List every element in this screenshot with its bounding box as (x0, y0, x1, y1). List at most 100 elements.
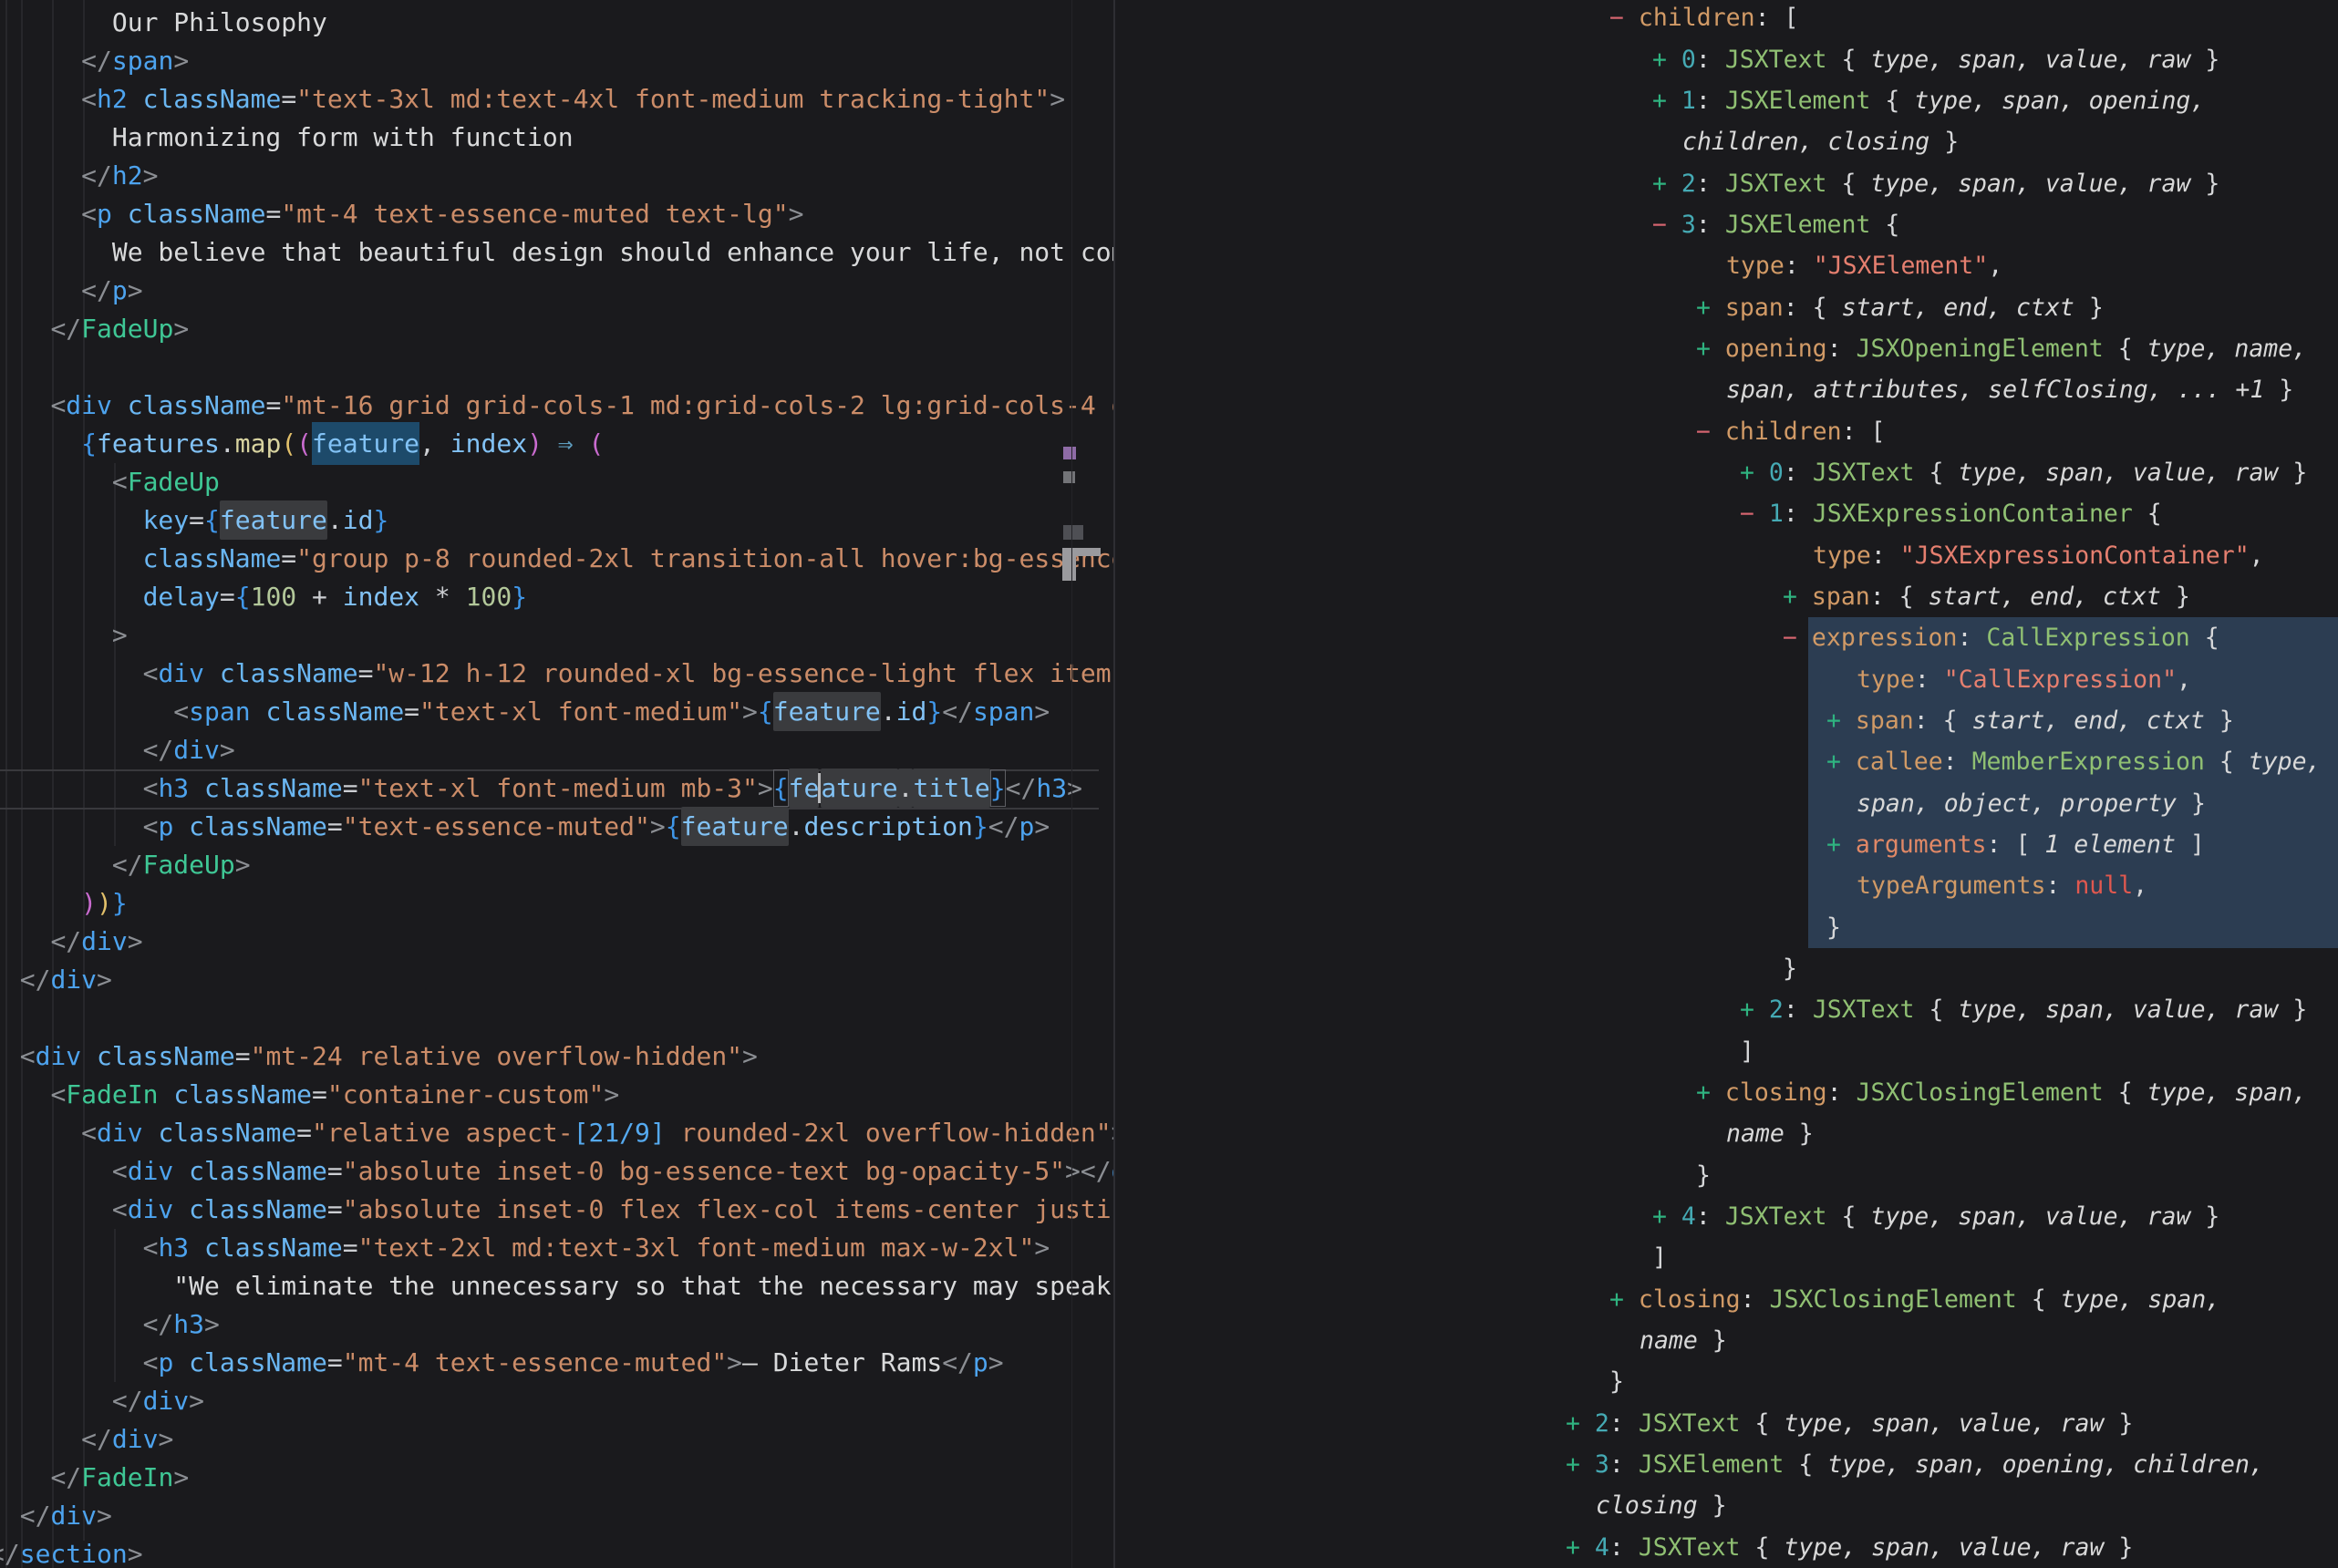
code-line[interactable]: <FadeIn className="container-custom"> (0, 1076, 1115, 1114)
code-line[interactable]: </section> (0, 1535, 1115, 1568)
ast-node-row[interactable]: + callee: MemberExpression { type, (1826, 741, 2322, 782)
code-line[interactable]: <div className="mt-24 relative overflow-… (0, 1037, 1115, 1076)
expand-node-icon[interactable]: + (1609, 1285, 1639, 1314)
ast-node-row[interactable]: children, closing } (1682, 121, 1959, 162)
expand-node-icon[interactable]: + (1826, 748, 1856, 776)
code-line[interactable]: <span className="text-xl font-medium">{f… (0, 693, 1115, 731)
ast-node-row[interactable]: + 1: JSXElement { type, span, opening, (1652, 80, 2205, 121)
expand-node-icon[interactable]: + (1566, 1533, 1595, 1562)
ast-node-row[interactable]: + 0: JSXText { type, span, value, raw } (1740, 452, 2307, 493)
ast-node-row[interactable]: name } (1726, 1113, 1814, 1154)
ast-node-row[interactable]: span, attributes, selfClosing, ... +1 } (1726, 369, 2293, 410)
expand-node-icon[interactable]: + (1740, 459, 1769, 487)
ast-node-row[interactable]: + 2: JSXText { type, span, value, raw } (1652, 163, 2219, 204)
expand-node-icon[interactable]: + (1826, 707, 1856, 735)
ast-node-row[interactable]: − children: [ (1696, 411, 1885, 452)
expand-node-icon[interactable]: + (1696, 335, 1725, 363)
code-line[interactable]: Harmonizing form with function (0, 119, 1115, 157)
code-line[interactable]: <div className="mt-16 grid grid-cols-1 m… (0, 387, 1115, 425)
ast-node-row[interactable]: + span: { start, end, ctxt } (1783, 576, 2190, 617)
ast-node-row[interactable]: ] (1740, 1031, 1754, 1072)
ast-node-row[interactable]: − 3: JSXElement { (1652, 204, 1899, 245)
code-line[interactable]: <div className="absolute inset-0 flex fl… (0, 1191, 1115, 1229)
ast-node-row[interactable]: + closing: JSXClosingElement { type, spa… (1696, 1072, 2307, 1113)
code-line[interactable]: className="group p-8 rounded-2xl transit… (0, 540, 1115, 578)
ast-node-row[interactable]: + 2: JSXText { type, span, value, raw } (1566, 1403, 2133, 1444)
expand-node-icon[interactable]: + (1566, 1409, 1595, 1438)
code-line[interactable]: </h2> (0, 157, 1115, 195)
code-editor-pane[interactable]: Our Philosophy </span> <h2 className="te… (0, 0, 1115, 1568)
code-line[interactable]: <p className="text-essence-muted">{featu… (0, 808, 1115, 846)
ast-node-row[interactable]: + span: { start, end, ctxt } (1826, 700, 2234, 741)
ast-node-row[interactable]: } (1696, 1155, 1711, 1196)
collapse-node-icon[interactable]: − (1696, 418, 1725, 446)
expand-node-icon[interactable]: + (1826, 830, 1856, 859)
collapse-node-icon[interactable]: − (1609, 4, 1639, 32)
ast-node-row[interactable]: type: "JSXElement", (1726, 245, 2002, 286)
code-line[interactable]: delay={100 + index * 100} (0, 578, 1115, 616)
code-line[interactable]: </h3> (0, 1305, 1115, 1344)
expand-node-icon[interactable]: + (1783, 583, 1812, 611)
expand-node-icon[interactable]: + (1652, 46, 1681, 74)
expand-node-icon[interactable]: + (1696, 294, 1725, 322)
ast-node-row[interactable]: + 3: JSXElement { type, span, opening, c… (1566, 1444, 2264, 1485)
code-line[interactable]: </FadeIn> (0, 1459, 1115, 1497)
code-line[interactable]: {features.map((feature, index) ⇒ ( (0, 425, 1115, 463)
ast-node-row[interactable]: + closing: JSXClosingElement { type, spa… (1609, 1279, 2220, 1320)
ast-node-row[interactable]: − 1: JSXExpressionContainer { (1740, 493, 2162, 534)
code-line[interactable]: ))} (0, 884, 1115, 923)
code-line[interactable]: <h3 className="text-xl font-medium mb-3"… (0, 769, 1115, 808)
ast-node-row[interactable]: type: "CallExpression", (1857, 659, 2191, 700)
ast-tree-pane[interactable]: − children: [+ 0: JSXText { type, span, … (1115, 0, 2338, 1568)
expand-node-icon[interactable]: + (1740, 995, 1769, 1024)
ast-node-row[interactable]: + 4: JSXText { type, span, value, raw } (1566, 1527, 2133, 1568)
ast-node-row[interactable]: + 2: JSXText { type, span, value, raw } (1740, 989, 2307, 1030)
ast-node-row[interactable]: ] (1652, 1237, 1667, 1278)
expand-node-icon[interactable]: + (1652, 1202, 1681, 1231)
code-line[interactable] (0, 348, 1115, 387)
ast-node-row[interactable]: } (1609, 1361, 1624, 1402)
expand-node-icon[interactable]: + (1652, 87, 1681, 115)
code-line[interactable]: <p className="mt-4 text-essence-muted te… (0, 195, 1115, 233)
code-line[interactable]: <div className="absolute inset-0 bg-esse… (0, 1152, 1115, 1191)
code-line[interactable]: </span> (0, 42, 1115, 80)
expand-node-icon[interactable]: + (1566, 1450, 1595, 1479)
code-line[interactable]: </div> (0, 1497, 1115, 1535)
ast-node-row[interactable]: − expression: CallExpression { (1783, 617, 2219, 658)
code-line[interactable]: "We eliminate the unnecessary so that th… (0, 1267, 1115, 1305)
ast-node-row[interactable]: typeArguments: null, (1857, 865, 2147, 906)
code-line[interactable]: </div> (0, 731, 1115, 769)
code-line[interactable]: key={feature.id} (0, 501, 1115, 540)
code-line[interactable]: </div> (0, 1382, 1115, 1420)
ast-node-row[interactable]: span, object, property } (1857, 783, 2206, 824)
code-line[interactable]: <h2 className="text-3xl md:text-4xl font… (0, 80, 1115, 119)
expand-node-icon[interactable]: + (1652, 170, 1681, 198)
code-line[interactable]: </FadeUp> (0, 310, 1115, 348)
ast-node-row[interactable]: − children: [ (1609, 0, 1798, 39)
ast-node-row[interactable]: } (1783, 948, 1797, 989)
scrollbar-thumb[interactable] (1062, 548, 1076, 581)
collapse-node-icon[interactable]: − (1652, 211, 1681, 239)
ast-node-row[interactable]: type: "JSXExpressionContainer", (1813, 535, 2264, 576)
code-line[interactable]: Our Philosophy (0, 4, 1115, 42)
code-line[interactable]: <h3 className="text-2xl md:text-3xl font… (0, 1229, 1115, 1267)
code-line[interactable] (0, 999, 1115, 1037)
code-line[interactable]: </div> (0, 923, 1115, 961)
ast-node-row[interactable]: + arguments: [ 1 element ] (1826, 824, 2205, 865)
ast-node-row[interactable]: + 4: JSXText { type, span, value, raw } (1652, 1196, 2219, 1237)
code-line[interactable]: <FadeUp (0, 463, 1115, 501)
code-line[interactable]: </div> (0, 1420, 1115, 1459)
collapse-node-icon[interactable]: − (1783, 624, 1812, 652)
ast-node-row[interactable]: } (1826, 907, 1841, 948)
ast-node-row[interactable]: name } (1640, 1320, 1727, 1361)
code-line[interactable]: </div> (0, 961, 1115, 999)
code-line[interactable]: <p className="mt-4 text-essence-muted">—… (0, 1344, 1115, 1382)
code-line[interactable]: We believe that beautiful design should … (0, 233, 1115, 272)
ast-node-row[interactable]: + 0: JSXText { type, span, value, raw } (1652, 39, 2219, 80)
ast-node-row[interactable]: + span: { start, end, ctxt } (1696, 287, 2104, 328)
code-line[interactable]: </FadeUp> (0, 846, 1115, 884)
code-line[interactable]: </p> (0, 272, 1115, 310)
code-line[interactable]: <div className="w-12 h-12 rounded-xl bg-… (0, 655, 1115, 693)
code-line[interactable]: <div className="relative aspect-[21/9] r… (0, 1114, 1115, 1152)
ast-node-row[interactable]: + opening: JSXOpeningElement { type, nam… (1696, 328, 2307, 369)
